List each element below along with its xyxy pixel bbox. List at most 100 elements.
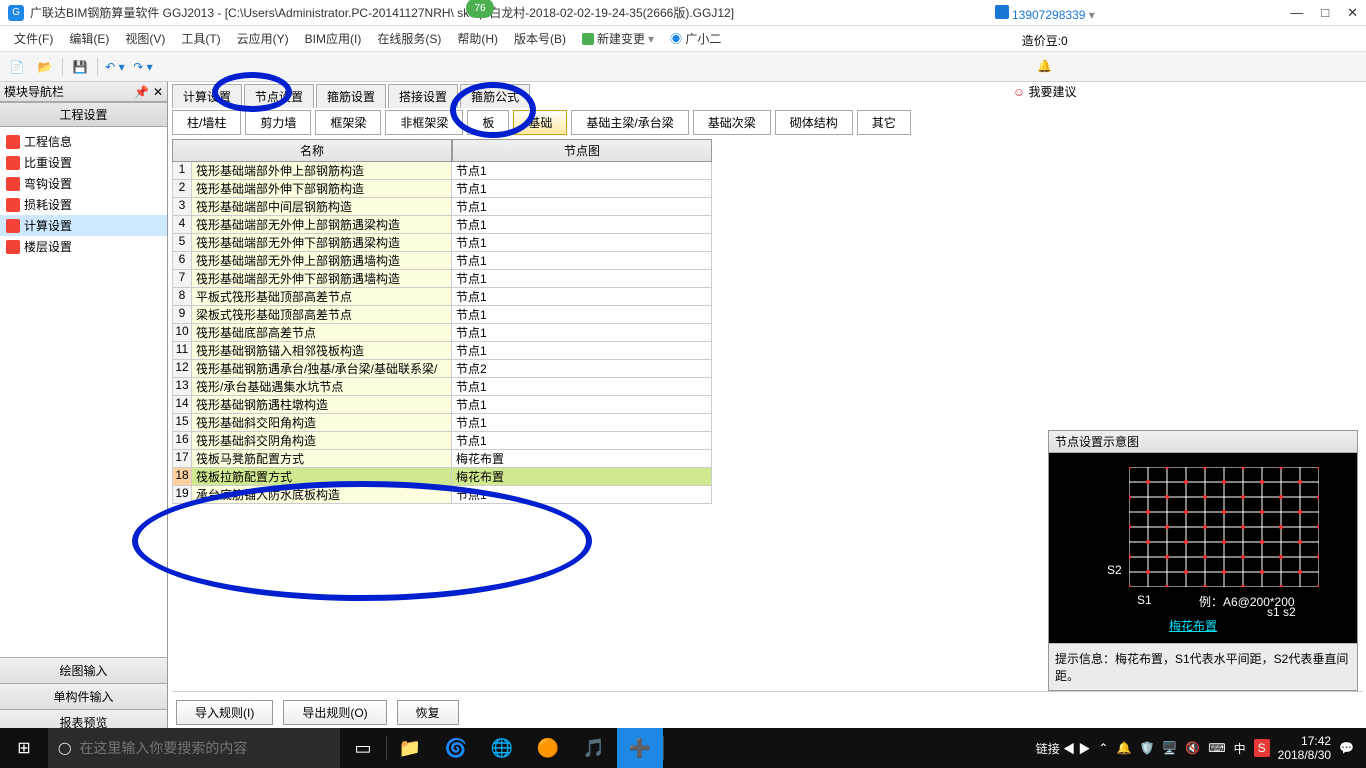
taskview-icon[interactable]: ▭ [340, 728, 386, 768]
menu-help[interactable]: 帮助(H) [449, 30, 506, 47]
cell-node[interactable]: 节点2 [452, 360, 712, 378]
cell-node[interactable]: 节点1 [452, 378, 712, 396]
tab-other[interactable]: 其它 [857, 110, 911, 135]
pin-icon[interactable]: 📌 [134, 85, 149, 99]
table-row[interactable]: 17筏板马凳筋配置方式梅花布置 [172, 450, 712, 468]
tree-hook[interactable]: 弯钩设置 [0, 173, 167, 194]
menu-version[interactable]: 版本号(B) [506, 30, 574, 47]
tray-shield-icon[interactable]: 🛡️ [1139, 741, 1154, 755]
tool-save-icon[interactable]: 💾 [69, 56, 91, 78]
cell-node[interactable]: 梅花布置 [452, 450, 712, 468]
table-row[interactable]: 13筏形/承台基础遇集水坑节点节点1 [172, 378, 712, 396]
app-edge-icon[interactable]: 🌐 [479, 728, 525, 768]
panel-close-icon[interactable]: ✕ [153, 85, 163, 99]
app-spiral-icon[interactable]: 🌀 [433, 728, 479, 768]
tree-loss[interactable]: 损耗设置 [0, 194, 167, 215]
app-music-icon[interactable]: 🎵 [571, 728, 617, 768]
menu-edit[interactable]: 编辑(E) [61, 30, 117, 47]
table-row[interactable]: 14筏形基础钢筋遇柱墩构造节点1 [172, 396, 712, 414]
tab-foundation-mainbeam[interactable]: 基础主梁/承台梁 [571, 110, 688, 135]
table-row[interactable]: 11筏形基础钢筋锚入相邻筏板构造节点1 [172, 342, 712, 360]
tab-lap[interactable]: 搭接设置 [388, 84, 458, 108]
tab-calc[interactable]: 计算设置 [172, 84, 242, 108]
tab-stirrup-formula[interactable]: 箍筋公式 [460, 84, 530, 108]
table-row[interactable]: 2筏形基础端部外伸下部钢筋构造节点1 [172, 180, 712, 198]
tree-weight[interactable]: 比重设置 [0, 152, 167, 173]
new-change-button[interactable]: 新建变更▾ [574, 30, 662, 47]
table-row[interactable]: 4筏形基础端部无外伸上部钢筋遇梁构造节点1 [172, 216, 712, 234]
preview-label-link[interactable]: 梅花布置 [1169, 617, 1217, 634]
import-rules-button[interactable]: 导入规则(I) [176, 700, 273, 725]
cell-node[interactable]: 节点1 [452, 198, 712, 216]
tab-foundation-subbeam[interactable]: 基础次梁 [693, 110, 771, 135]
tab-masonry[interactable]: 砌体结构 [775, 110, 853, 135]
table-row[interactable]: 10筏形基础底部高差节点节点1 [172, 324, 712, 342]
cell-node[interactable]: 节点1 [452, 414, 712, 432]
tray-net-icon[interactable]: 🖥️ [1162, 741, 1177, 755]
search-input[interactable] [79, 740, 330, 756]
menu-bim[interactable]: BIM应用(I) [297, 30, 370, 47]
table-row[interactable]: 9梁板式筏形基础顶部高差节点节点1 [172, 306, 712, 324]
tree-floor[interactable]: 楼层设置 [0, 236, 167, 257]
tab-column[interactable]: 柱/墙柱 [172, 110, 241, 135]
tray-vol-icon[interactable]: 🔇 [1185, 741, 1200, 755]
tree-project-info[interactable]: 工程信息 [0, 131, 167, 152]
tool-undo-icon[interactable]: ↶ ▾ [104, 56, 126, 78]
cell-node[interactable]: 节点1 [452, 324, 712, 342]
menu-file[interactable]: 文件(F) [6, 30, 61, 47]
tray-link[interactable]: 链接 ◀ ▶ [1036, 740, 1091, 757]
cell-node[interactable]: 节点1 [452, 270, 712, 288]
cell-node[interactable]: 节点1 [452, 432, 712, 450]
menu-view[interactable]: 视图(V) [117, 30, 173, 47]
user-mini[interactable]: ◉ 广小二 [662, 30, 729, 47]
cell-node[interactable]: 节点1 [452, 216, 712, 234]
menu-online[interactable]: 在线服务(S) [369, 30, 449, 47]
app-ggj-icon[interactable]: ➕ [617, 728, 663, 768]
bell-icon[interactable]: 🔔 [1037, 59, 1052, 73]
tool-new-icon[interactable]: 📄 [6, 56, 28, 78]
tool-open-icon[interactable]: 📂 [34, 56, 56, 78]
tab-nonframebeam[interactable]: 非框架梁 [385, 110, 463, 135]
table-row[interactable]: 16筏形基础斜交阴角构造节点1 [172, 432, 712, 450]
cell-node[interactable]: 节点1 [452, 252, 712, 270]
tray-sogou-icon[interactable]: S [1254, 739, 1270, 757]
restore-button[interactable]: 恢复 [397, 700, 459, 725]
account-phone[interactable]: 13907298339 ▾ [995, 5, 1095, 22]
tray-up-icon[interactable]: ⌃ [1098, 741, 1108, 755]
tab-shearwall[interactable]: 剪力墙 [245, 110, 311, 135]
tray-ime[interactable]: 中 [1234, 740, 1246, 757]
tab-stirrup[interactable]: 箍筋设置 [316, 84, 386, 108]
menu-cloud[interactable]: 云应用(Y) [229, 30, 297, 47]
start-button[interactable]: ⊞ [0, 728, 48, 768]
taskbar-search[interactable]: ◯ [48, 728, 340, 768]
cell-node[interactable]: 节点1 [452, 306, 712, 324]
app-browser-icon[interactable]: 🟠 [525, 728, 571, 768]
cell-node[interactable]: 节点1 [452, 342, 712, 360]
btn-single-input[interactable]: 单构件输入 [0, 683, 167, 709]
cell-node[interactable]: 节点1 [452, 162, 712, 180]
cell-node[interactable]: 节点1 [452, 288, 712, 306]
app-folder-icon[interactable]: 📁 [387, 728, 433, 768]
table-row[interactable]: 3筏形基础端部中间层钢筋构造节点1 [172, 198, 712, 216]
table-row[interactable]: 7筏形基础端部无外伸下部钢筋遇墙构造节点1 [172, 270, 712, 288]
tab-slab[interactable]: 板 [467, 110, 509, 135]
btn-draw-input[interactable]: 绘图输入 [0, 657, 167, 683]
table-row[interactable]: 5筏形基础端部无外伸下部钢筋遇梁构造节点1 [172, 234, 712, 252]
tab-framebeam[interactable]: 框架梁 [315, 110, 381, 135]
tray-bell-icon[interactable]: 🔔 [1116, 741, 1131, 755]
table-row[interactable]: 15筏形基础斜交阳角构造节点1 [172, 414, 712, 432]
cell-node[interactable]: 节点1 [452, 396, 712, 414]
table-row[interactable]: 19承台底筋锚入防水底板构造节点1 [172, 486, 712, 504]
table-row[interactable]: 8平板式筏形基础顶部高差节点节点1 [172, 288, 712, 306]
cell-node[interactable]: 节点1 [452, 486, 712, 504]
tray-clock[interactable]: 17:42 2018/8/30 [1278, 734, 1331, 763]
cell-node[interactable]: 节点1 [452, 180, 712, 198]
cell-node[interactable]: 节点1 [452, 234, 712, 252]
tab-node[interactable]: 节点设置 [244, 84, 314, 108]
table-row[interactable]: 12筏形基础钢筋遇承台/独基/承台梁/基础联系梁/节点2 [172, 360, 712, 378]
table-row[interactable]: 18筏板拉筋配置方式梅花布置 [172, 468, 712, 486]
table-row[interactable]: 1筏形基础端部外伸上部钢筋构造节点1 [172, 162, 712, 180]
tab-foundation[interactable]: 基础 [513, 110, 567, 135]
table-row[interactable]: 6筏形基础端部无外伸上部钢筋遇墙构造节点1 [172, 252, 712, 270]
cell-node[interactable]: 梅花布置 [452, 468, 712, 486]
